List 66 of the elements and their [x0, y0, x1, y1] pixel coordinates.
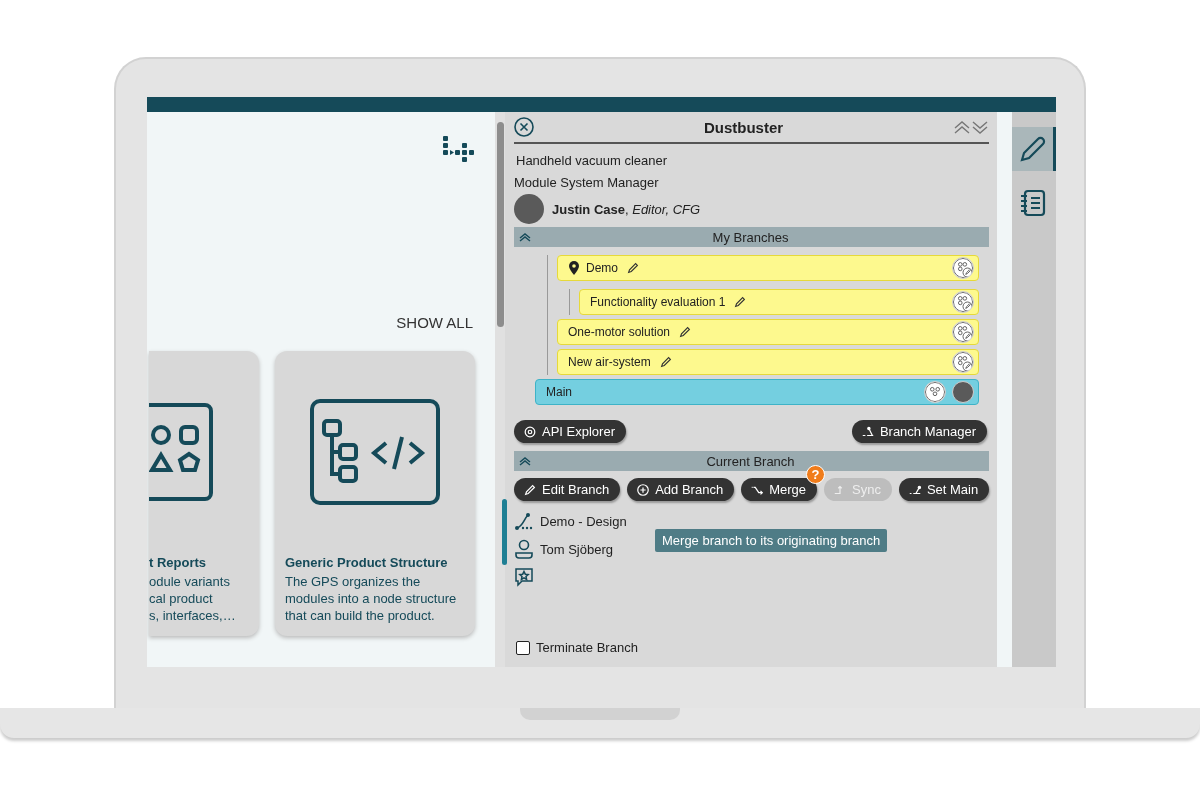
scroll-indicator — [502, 499, 507, 565]
logo-icon — [443, 136, 477, 164]
comment-star-icon[interactable] — [514, 567, 534, 587]
branch-action-button[interactable]: Add Branch — [627, 478, 735, 501]
checkbox[interactable] — [516, 640, 530, 655]
chevron-up-icon[interactable] — [518, 456, 532, 466]
pencil-icon[interactable] — [733, 295, 748, 309]
edit-icon — [523, 482, 537, 497]
card-description: cal product — [149, 590, 214, 607]
branch-name: Demo - Design — [540, 513, 627, 529]
section-header[interactable]: Current Branch — [514, 451, 989, 471]
card-description: modules into a node structure — [285, 590, 458, 607]
tooltip: Merge branch to its originating branch — [655, 529, 888, 552]
section-title: My Branches — [711, 229, 790, 245]
feature-card[interactable]: t Reports odule variants cal product s, interfaces,… — [149, 351, 259, 636]
action-button[interactable]: API Explorer — [514, 420, 626, 443]
pencil-icon[interactable] — [626, 261, 640, 275]
pencil-icon[interactable] — [658, 355, 673, 369]
tree-code-icon — [310, 399, 440, 505]
user-name: Justin Case, Editor, CFG — [552, 201, 701, 217]
group-icon[interactable] — [924, 381, 946, 403]
branch-name: Main — [546, 385, 572, 399]
group-edit-icon[interactable] — [952, 291, 974, 313]
pencil-icon — [1017, 134, 1048, 164]
branch-action-button[interactable]: Edit Branch — [514, 478, 621, 501]
pencil-icon[interactable] — [678, 325, 693, 339]
branch-name: New air-system — [568, 355, 651, 369]
branch-item[interactable]: Functionality evaluation 1 — [579, 289, 979, 315]
avatar — [952, 381, 974, 403]
feature-card[interactable]: Generic Product Structure The GPS organizes the modules into a node structure that can build the product. — [275, 351, 475, 636]
section-title: Current Branch — [705, 453, 796, 469]
group-edit-icon[interactable] — [952, 257, 974, 279]
branch-action-button[interactable]: Merge — [741, 478, 817, 501]
card-description: s, interfaces,… — [149, 607, 237, 624]
section-header[interactable]: My Branches — [514, 227, 989, 247]
rail-tab[interactable] — [1012, 127, 1056, 171]
card-title: t Reports — [149, 555, 208, 570]
branch-item[interactable]: Main — [535, 379, 979, 405]
product-description: Handheld vacuum cleaner — [516, 153, 669, 168]
chevrons-icon[interactable] — [953, 120, 989, 134]
branch-icon — [514, 511, 534, 531]
branch-name: Functionality evaluation 1 — [590, 295, 726, 309]
branch-name: One-motor solution — [568, 325, 671, 339]
group-edit-icon[interactable] — [952, 321, 974, 343]
action-button[interactable]: Branch Manager — [851, 420, 987, 443]
branch-name: Demo — [586, 261, 618, 275]
card-description: The GPS organizes the — [285, 573, 422, 590]
branch-item[interactable]: New air-system — [557, 349, 979, 375]
avatar — [514, 194, 544, 224]
checkbox-label: Terminate Branch — [536, 640, 638, 655]
card-title: Generic Product Structure — [285, 555, 449, 570]
group-edit-icon[interactable] — [952, 351, 974, 373]
close-icon[interactable] — [514, 117, 534, 137]
panel-title: Dustbuster — [702, 118, 785, 136]
person-icon — [514, 539, 534, 559]
branch-item[interactable]: One-motor solution — [557, 319, 979, 345]
card-description: odule variants — [149, 573, 231, 590]
add-icon — [636, 482, 651, 497]
show-all-link[interactable]: SHOW ALL — [396, 314, 473, 331]
owner-name: Tom Sjöberg — [540, 541, 613, 557]
scrollbar[interactable] — [495, 112, 505, 667]
chevron-up-icon[interactable] — [518, 232, 532, 242]
card-description: that can build the product. — [285, 607, 436, 624]
branch-item[interactable]: Demo — [557, 255, 979, 281]
product-role: Module System Manager — [514, 175, 660, 190]
branch-action-button[interactable]: Set Main — [898, 478, 990, 501]
